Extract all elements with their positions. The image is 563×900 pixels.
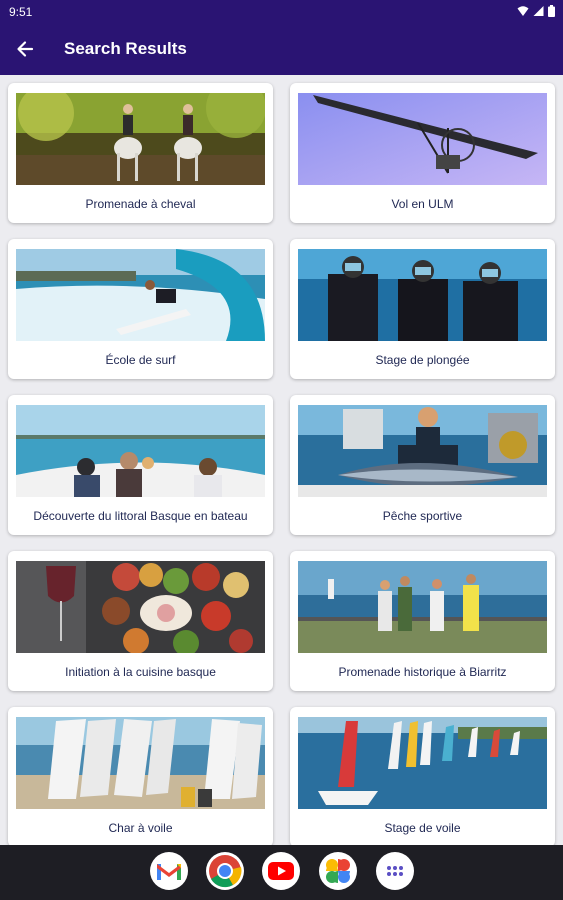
results-grid: Promenade à cheval Vol en ULM École de s… <box>0 75 563 845</box>
result-image <box>298 249 547 341</box>
wifi-icon <box>517 6 529 16</box>
status-bar: 9:51 <box>0 0 563 24</box>
youtube-icon <box>268 862 294 880</box>
result-title: Vol en ULM <box>391 197 454 211</box>
result-image <box>298 717 547 809</box>
youtube-app[interactable] <box>262 852 300 890</box>
result-image <box>298 405 547 497</box>
app-bar: Search Results <box>0 24 563 75</box>
result-title: Char à voile <box>108 821 173 835</box>
result-card-sport-fishing[interactable]: Pêche sportive <box>290 395 555 535</box>
signal-icon <box>533 6 544 16</box>
result-title: Pêche sportive <box>382 509 463 523</box>
app-drawer-button[interactable] <box>376 852 414 890</box>
result-image <box>16 249 265 341</box>
result-card-boat-coast[interactable]: Découverte du littoral Basque en bateau <box>8 395 273 535</box>
result-title: École de surf <box>105 353 176 367</box>
result-card-land-sailing[interactable]: Char à voile <box>8 707 273 845</box>
result-card-surfing[interactable]: École de surf <box>8 239 273 379</box>
photos-icon <box>326 859 350 883</box>
result-card-scuba-diving[interactable]: Stage de plongée <box>290 239 555 379</box>
status-icons <box>517 5 555 17</box>
result-image <box>298 561 547 653</box>
result-title: Découverte du littoral Basque en bateau <box>33 509 248 523</box>
result-image <box>16 561 265 653</box>
result-image <box>298 93 547 185</box>
result-image <box>16 405 265 497</box>
chrome-app[interactable] <box>206 852 244 890</box>
result-card-ultralight-flight[interactable]: Vol en ULM <box>290 83 555 223</box>
result-title: Promenade à cheval <box>85 197 196 211</box>
back-button[interactable] <box>12 36 38 62</box>
result-image <box>16 93 265 185</box>
result-image <box>16 717 265 809</box>
result-title: Stage de plongée <box>375 353 470 367</box>
result-title: Initiation à la cuisine basque <box>65 665 216 679</box>
status-time: 9:51 <box>9 5 33 19</box>
gmail-app[interactable] <box>150 852 188 890</box>
photos-app[interactable] <box>319 852 357 890</box>
result-title: Stage de voile <box>384 821 461 835</box>
page-title: Search Results <box>64 39 187 58</box>
arrow-back-icon <box>17 41 34 57</box>
result-card-sailing[interactable]: Stage de voile <box>290 707 555 845</box>
result-card-biarritz-walk[interactable]: Promenade historique à Biarritz <box>290 551 555 691</box>
chrome-icon <box>209 855 242 888</box>
result-title: Promenade historique à Biarritz <box>338 665 507 679</box>
app-drawer-icon <box>387 866 403 876</box>
navigation-bar <box>0 845 563 900</box>
result-card-basque-food[interactable]: Initiation à la cuisine basque <box>8 551 273 691</box>
result-card-horse-riding[interactable]: Promenade à cheval <box>8 83 273 223</box>
gmail-icon <box>157 864 181 880</box>
battery-icon <box>548 5 555 17</box>
